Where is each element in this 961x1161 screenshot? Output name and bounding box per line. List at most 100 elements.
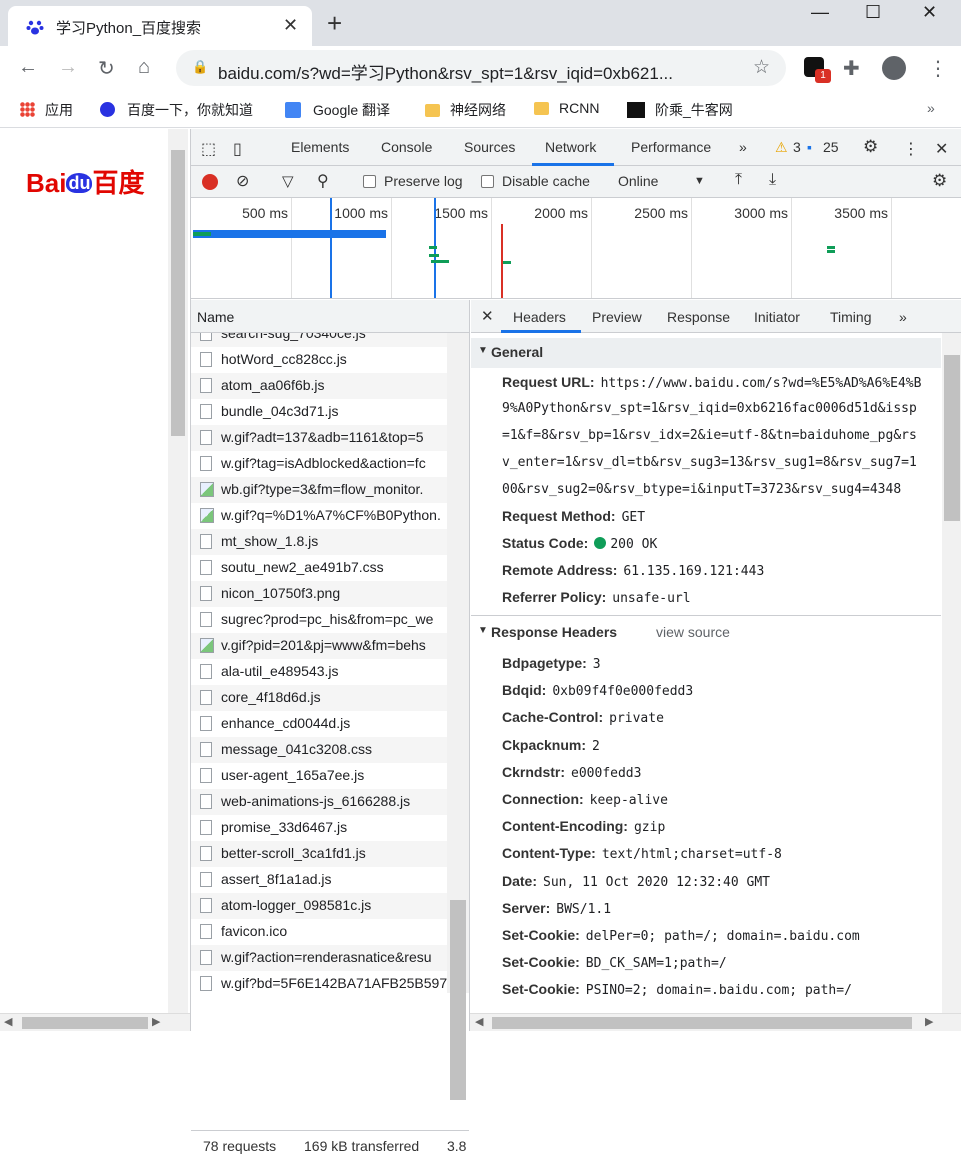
tab-elements[interactable]: Elements [291, 139, 349, 155]
more-options-icon[interactable]: ⋮ [903, 139, 919, 159]
inspect-icon[interactable]: ⬚ [201, 139, 216, 159]
request-list-scrollbar-thumb[interactable] [450, 900, 466, 1100]
request-row[interactable]: w.gif?bd=5F6E142BA71AFB25B597 [191, 971, 447, 993]
tab-initiator[interactable]: Initiator [754, 309, 800, 325]
request-row[interactable]: w.gif?action=renderasnatice&resu [191, 945, 447, 971]
bookmark-baidu[interactable]: 百度一下，你就知道 [100, 100, 253, 120]
request-row[interactable]: hotWord_cc828cc.js [191, 347, 447, 373]
page-scrollbar-thumb[interactable] [171, 150, 185, 436]
tab-timing[interactable]: Timing [830, 309, 872, 325]
view-source-link[interactable]: view source [656, 624, 730, 640]
tab-performance[interactable]: Performance [631, 139, 711, 155]
minimize-button[interactable]: — [811, 2, 829, 23]
detail-scrollbar-thumb[interactable] [944, 355, 960, 521]
tab-network[interactable]: Network [545, 139, 596, 155]
message-icon[interactable]: ▪ [807, 139, 812, 155]
request-row[interactable]: v.gif?pid=201&pj=www&fm=behs [191, 633, 447, 659]
more-detail-tabs-icon[interactable]: » [899, 309, 907, 325]
request-list-scrollbar[interactable] [447, 333, 469, 993]
response-headers-section-header[interactable]: ▼ Response Headers view source [471, 618, 941, 648]
request-row[interactable]: w.gif?tag=isAdblocked&action=fc [191, 451, 447, 477]
close-window-button[interactable]: ✕ [922, 2, 937, 23]
tab-close-icon[interactable]: ✕ [283, 15, 298, 36]
request-row[interactable]: nicon_10750f3.png [191, 581, 447, 607]
home-icon[interactable]: ⌂ [138, 56, 150, 79]
request-row[interactable]: favicon.ico [191, 919, 447, 945]
tab-sources[interactable]: Sources [464, 139, 515, 155]
warning-icon[interactable]: ⚠ [775, 139, 788, 156]
request-row[interactable]: sugrec?prod=pc_his&from=pc_we [191, 607, 447, 633]
request-row[interactable]: atom-logger_098581c.js [191, 893, 447, 919]
filter-icon[interactable]: ▽ [282, 172, 294, 190]
request-row[interactable]: promise_33d6467.js [191, 815, 447, 841]
bookmark-apps[interactable]: 应用 [20, 100, 73, 120]
new-tab-icon[interactable]: + [327, 8, 342, 39]
waterfall-bar [429, 254, 439, 257]
request-row[interactable]: enhance_cd0044d.js [191, 711, 447, 737]
request-row[interactable]: wb.gif?type=3&fm=flow_monitor. [191, 477, 447, 503]
bookmark-nowcoder[interactable]: 阶乘_牛客网 [627, 100, 733, 120]
request-row[interactable]: search-sug_70340ce.js [191, 333, 447, 347]
request-row[interactable]: soutu_new2_ae491b7.css [191, 555, 447, 581]
request-name: w.gif?bd=5F6E142BA71AFB25B597 [221, 975, 447, 991]
export-har-icon[interactable]: ⤓ [769, 171, 776, 189]
puzzle-icon[interactable]: ✚ [843, 56, 860, 81]
chevron-down-icon[interactable]: ▼ [694, 175, 705, 187]
close-detail-icon[interactable]: ✕ [481, 307, 494, 325]
page-hscrollbar[interactable]: ◀ ▶ [0, 1013, 190, 1031]
request-row[interactable]: atom_aa06f6b.js [191, 373, 447, 399]
throttle-select[interactable]: Online [618, 173, 658, 189]
import-har-icon[interactable]: ⤒ [735, 171, 742, 189]
bookmark-folder-rcnn[interactable]: RCNN [534, 100, 599, 116]
request-row[interactable]: better-scroll_3ca1fd1.js [191, 841, 447, 867]
back-icon[interactable]: ← [18, 56, 38, 79]
bookmark-google-translate[interactable]: Google 翻译 [285, 100, 390, 120]
forward-icon[interactable]: → [58, 56, 78, 79]
name-column-header[interactable]: Name [191, 300, 469, 333]
bookmark-folder-nn[interactable]: 神经网络 [425, 100, 506, 120]
more-tabs-icon[interactable]: » [739, 139, 747, 155]
request-name: enhance_cd0044d.js [221, 715, 351, 731]
avatar[interactable] [882, 56, 906, 80]
record-icon[interactable] [202, 174, 218, 190]
search-icon[interactable]: ⚲ [317, 171, 329, 191]
detail-hscrollbar[interactable]: ◀ ▶ [470, 1013, 961, 1031]
request-row[interactable]: w.gif?q=%D1%A7%CF%B0Python. [191, 503, 447, 529]
bookmark-star-icon[interactable]: ☆ [753, 56, 770, 79]
network-overview[interactable]: 500 ms 1000 ms 1500 ms 2000 ms 2500 ms 3000 m… [191, 198, 961, 299]
settings-icon[interactable]: ⚙ [863, 137, 878, 157]
network-settings-icon[interactable]: ⚙ [932, 171, 947, 191]
maximize-button[interactable]: ☐ [865, 2, 881, 23]
response-header-row: Server: BWS/1.1 [502, 899, 612, 917]
request-method-row: Request Method: GET [502, 508, 646, 525]
tab-response[interactable]: Response [667, 309, 730, 325]
request-row[interactable]: user-agent_165a7ee.js [191, 763, 447, 789]
request-row[interactable]: ala-util_e489543.js [191, 659, 447, 685]
request-row[interactable]: mt_show_1.8.js [191, 529, 447, 555]
clear-icon[interactable]: ⊘ [236, 171, 249, 191]
address-bar[interactable]: 🔒 baidu.com/s?wd=学习Python&rsv_spt=1&rsv_… [176, 50, 786, 86]
request-row[interactable]: message_041c3208.css [191, 737, 447, 763]
device-toggle-icon[interactable]: ▯ [233, 139, 242, 159]
reload-icon[interactable]: ↻ [98, 56, 115, 81]
request-row[interactable]: core_4f18d6d.js [191, 685, 447, 711]
request-row[interactable]: w.gif?adt=137&adb=1161&top=5 [191, 425, 447, 451]
close-devtools-icon[interactable]: ✕ [935, 139, 948, 159]
tab-headers[interactable]: Headers [513, 309, 566, 325]
menu-icon[interactable]: ⋮ [928, 56, 948, 81]
request-row[interactable]: web-animations-js_6166288.js [191, 789, 447, 815]
timeline-gridline [391, 198, 392, 298]
request-url-row: Request URL: https://www.baidu.com/s?wd=%… [502, 374, 922, 391]
general-section-header[interactable]: ▼ General [471, 338, 941, 368]
request-name: ala-util_e489543.js [221, 663, 339, 679]
more-bookmarks-icon[interactable]: » [927, 100, 935, 116]
tab-preview[interactable]: Preview [592, 309, 642, 325]
request-row[interactable]: assert_8f1a1ad.js [191, 867, 447, 893]
browser-tab[interactable]: 学习Python_百度搜索 ✕ [8, 6, 312, 46]
request-row[interactable]: bundle_04c3d71.js [191, 399, 447, 425]
baidu-logo[interactable]: Bai du百度 [26, 163, 144, 200]
request-name: wb.gif?type=3&fm=flow_monitor. [221, 481, 424, 497]
preserve-log-checkbox[interactable]: Preserve log [363, 173, 463, 189]
disable-cache-checkbox[interactable]: Disable cache [481, 173, 590, 189]
tab-console[interactable]: Console [381, 139, 432, 155]
